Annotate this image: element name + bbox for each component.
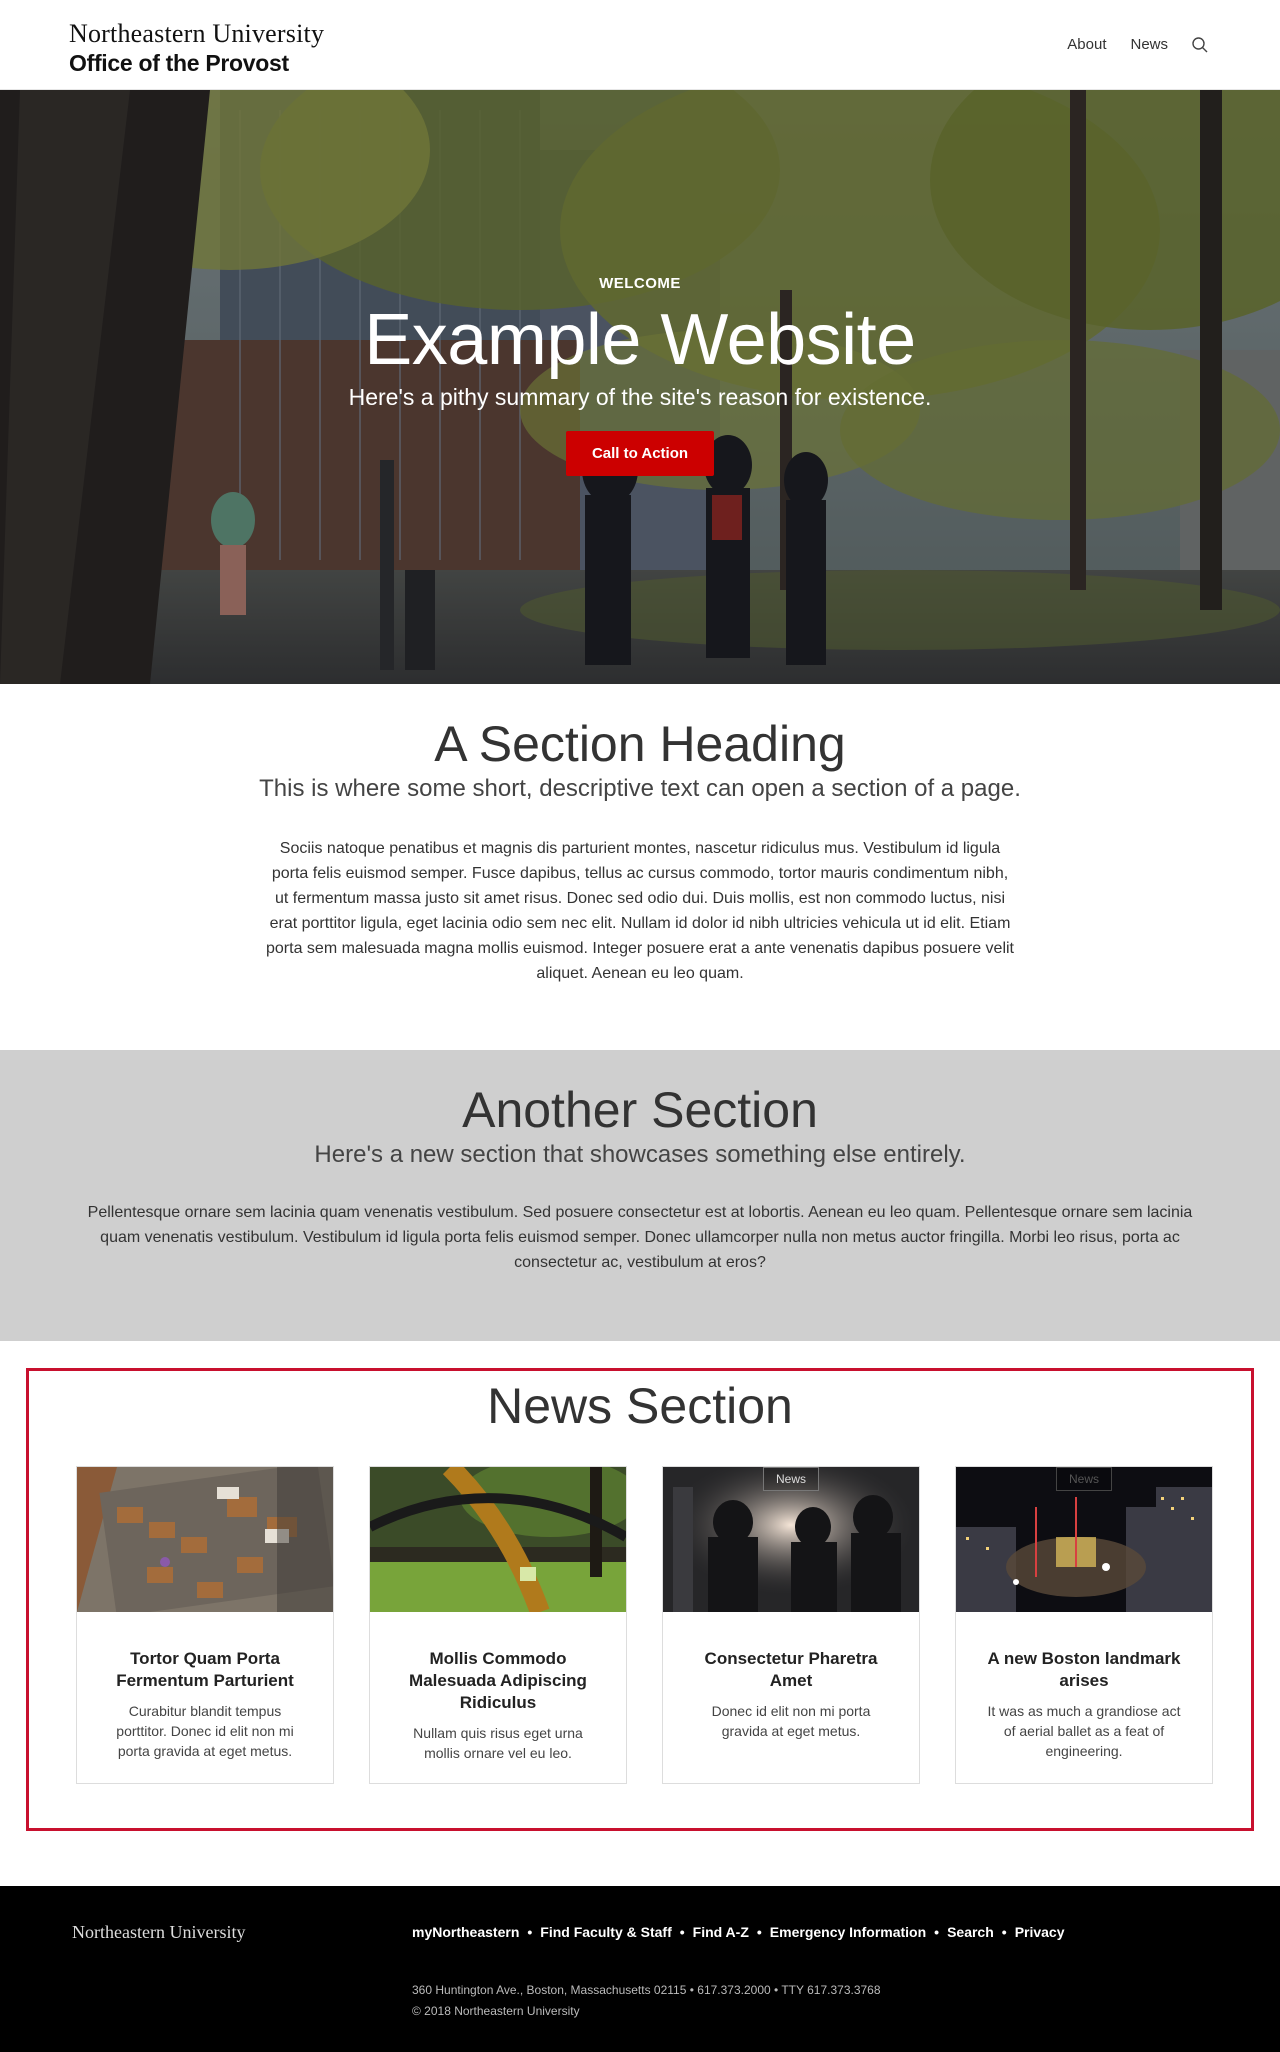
news-card[interactable]: News A new Boston landmark arises It was…: [955, 1466, 1213, 1784]
hero-banner: WELCOME Example Website Here's a pithy s…: [0, 90, 1280, 684]
university-name: Northeastern University: [69, 19, 325, 48]
hero-title: Example Website: [364, 300, 916, 380]
news-section: News Section Tortor Quam Porta Fermentum…: [0, 1341, 1280, 1886]
footer-separator: •: [756, 1924, 762, 1940]
another-section: Another Section Here's a new section tha…: [0, 1050, 1280, 1341]
site-footer: Northeastern University myNortheastern •…: [0, 1886, 1280, 2052]
news-card-tag[interactable]: News: [1055, 1467, 1113, 1491]
section-heading: Another Section: [462, 1082, 818, 1138]
news-card-body: Tortor Quam Porta Fermentum Parturient C…: [77, 1612, 333, 1781]
footer-link-emergency[interactable]: Emergency Information: [770, 1924, 926, 1940]
news-card-text: Donec id elit non mi porta gravida at eg…: [711, 1703, 871, 1739]
news-card-body: Mollis Commodo Malesuada Adipiscing Ridi…: [370, 1612, 626, 1783]
news-card-image[interactable]: News: [663, 1467, 919, 1612]
news-card-tag[interactable]: News: [762, 1467, 820, 1491]
news-card-image[interactable]: [370, 1467, 626, 1612]
nav-news-link[interactable]: News: [1130, 32, 1168, 58]
news-card-text: Nullam quis risus eget urna mollis ornar…: [413, 1725, 583, 1761]
section-body-text: Sociis natoque penatibus et magnis dis p…: [266, 840, 1014, 982]
search-icon[interactable]: [1190, 35, 1210, 55]
footer-link-find-a-z[interactable]: Find A-Z: [693, 1924, 749, 1940]
news-card-image[interactable]: [77, 1467, 333, 1612]
news-card[interactable]: News Consectetur Pharetra Amet Donec id …: [662, 1466, 920, 1784]
news-card-title[interactable]: Tortor Quam Porta Fermentum Parturient: [107, 1648, 303, 1692]
hero-summary: Here's a pithy summary of the site's rea…: [348, 384, 932, 410]
news-card-list: Tortor Quam Porta Fermentum Parturient C…: [76, 1466, 1213, 1784]
news-card[interactable]: Mollis Commodo Malesuada Adipiscing Ridi…: [369, 1466, 627, 1784]
nav-about-link[interactable]: About: [1067, 32, 1106, 58]
news-card-body: A new Boston landmark arises It was as m…: [956, 1612, 1212, 1781]
footer-separator: •: [934, 1924, 940, 1940]
news-card-title[interactable]: Mollis Commodo Malesuada Adipiscing Ridi…: [400, 1648, 596, 1714]
news-card-text: It was as much a grandiose act of aerial…: [987, 1703, 1181, 1759]
footer-copyright: © 2018 Northeastern University: [412, 2004, 580, 2018]
section-subheading: This is where some short, descriptive te…: [259, 775, 1021, 802]
footer-separator: •: [1001, 1924, 1007, 1940]
site-logo[interactable]: Northeastern University Office of the Pr…: [69, 19, 324, 77]
footer-address: 360 Huntington Ave., Boston, Massachuset…: [412, 1983, 881, 1997]
news-card-title[interactable]: A new Boston landmark arises: [986, 1648, 1182, 1692]
news-card-text: Curabitur blandit tempus porttitor. Done…: [116, 1703, 294, 1759]
intro-section: A Section Heading This is where some sho…: [0, 684, 1280, 1050]
site-header: Northeastern University Office of the Pr…: [0, 0, 1280, 90]
footer-links: myNortheastern • Find Faculty & Staff • …: [412, 1924, 1065, 1940]
footer-meta: 360 Huntington Ave., Boston, Massachuset…: [412, 1980, 881, 2022]
office-name: Office of the Provost: [69, 50, 289, 76]
footer-link-search[interactable]: Search: [947, 1924, 994, 1940]
hero-content: WELCOME Example Website Here's a pithy s…: [0, 274, 1280, 476]
section-heading: A Section Heading: [434, 716, 846, 772]
call-to-action-button[interactable]: Call to Action: [565, 431, 715, 476]
news-card-body: Consectetur Pharetra Amet Donec id elit …: [663, 1612, 919, 1761]
footer-separator: •: [679, 1924, 685, 1940]
footer-separator: •: [527, 1924, 533, 1940]
main-nav: About News: [1043, 32, 1210, 58]
news-section-box: News Section Tortor Quam Porta Fermentum…: [26, 1368, 1254, 1831]
news-heading: News Section: [487, 1378, 793, 1434]
footer-logo[interactable]: Northeastern University: [72, 1922, 245, 1943]
section-subheading: Here's a new section that showcases some…: [314, 1141, 966, 1168]
footer-link-find-faculty[interactable]: Find Faculty & Staff: [540, 1924, 671, 1940]
hero-eyebrow: WELCOME: [599, 275, 681, 292]
footer-link-mynortheastern[interactable]: myNortheastern: [412, 1924, 519, 1940]
news-card[interactable]: Tortor Quam Porta Fermentum Parturient C…: [76, 1466, 334, 1784]
news-card-image[interactable]: News: [956, 1467, 1212, 1612]
news-card-title[interactable]: Consectetur Pharetra Amet: [693, 1648, 889, 1692]
section-body-text: Pellentesque ornare sem lacinia quam ven…: [87, 1204, 1193, 1271]
footer-link-privacy[interactable]: Privacy: [1015, 1924, 1065, 1940]
